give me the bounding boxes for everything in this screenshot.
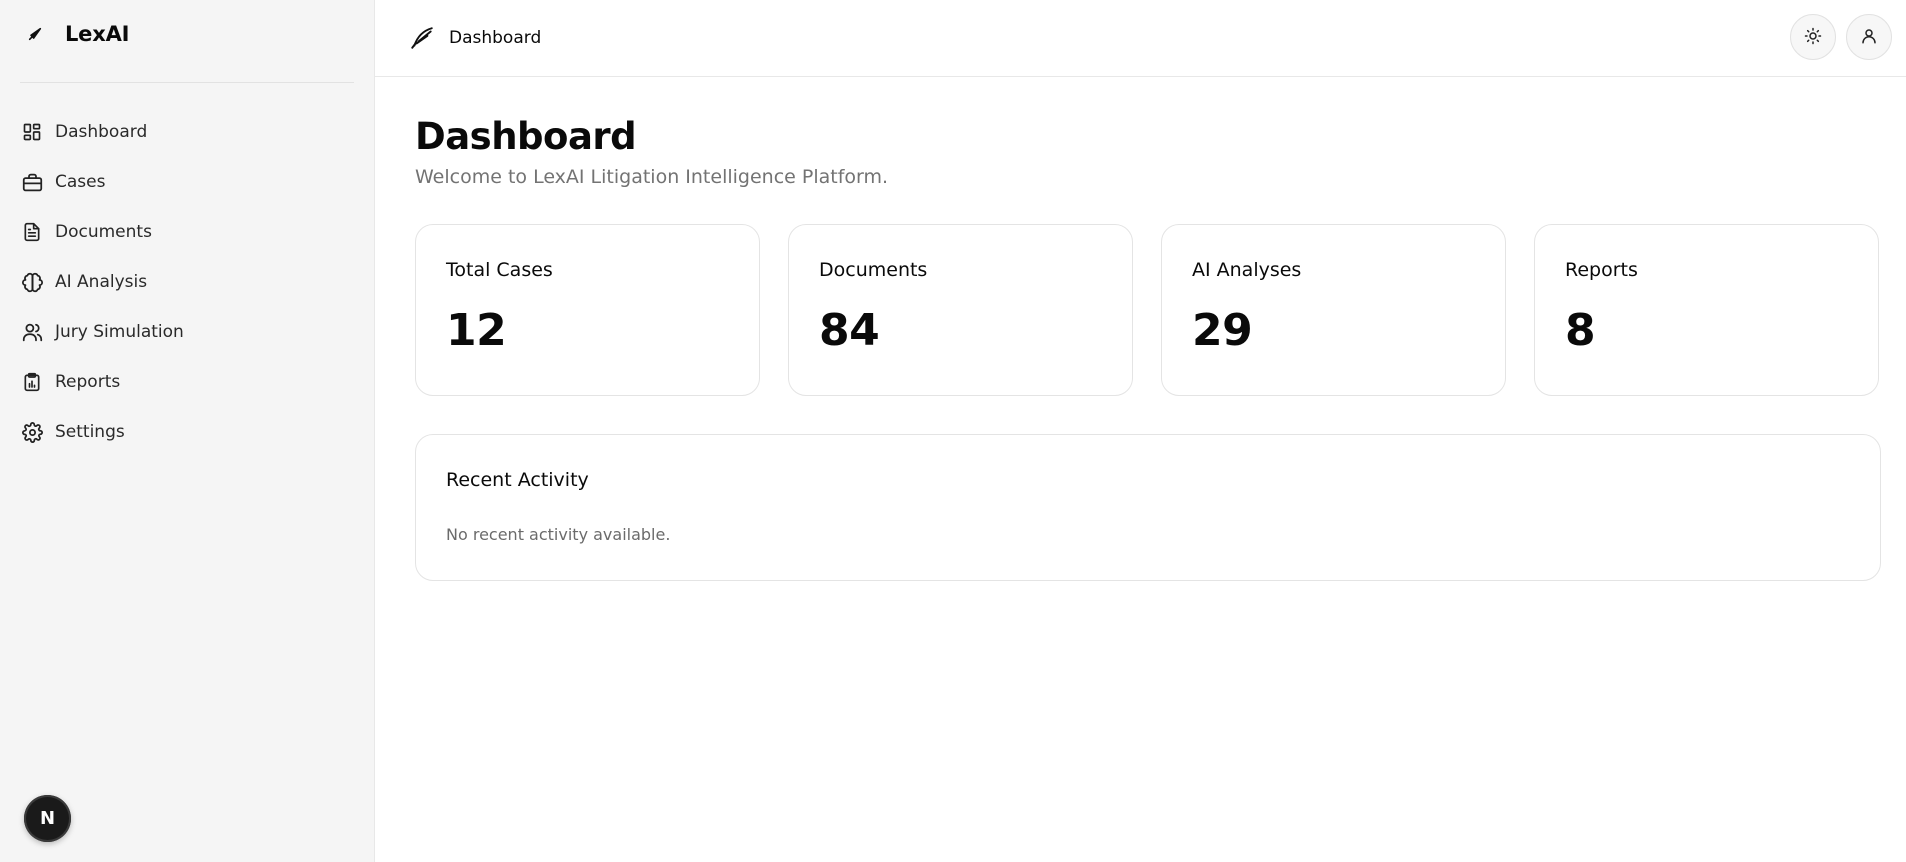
breadcrumb: Dashboard bbox=[449, 28, 542, 48]
sidebar-item-label: Documents bbox=[55, 222, 152, 242]
user-menu-button[interactable] bbox=[1846, 14, 1892, 60]
page-title: Dashboard bbox=[415, 115, 637, 158]
feather-icon bbox=[27, 26, 43, 42]
stat-value: 8 bbox=[1565, 304, 1596, 356]
sidebar-nav: Dashboard Cases Documents AI Analysis Ju… bbox=[0, 107, 374, 457]
stat-value: 12 bbox=[446, 304, 507, 356]
brain-icon bbox=[21, 271, 43, 293]
dashboard-content: Dashboard Welcome to LexAI Litigation In… bbox=[375, 77, 1906, 581]
recent-activity-title: Recent Activity bbox=[446, 468, 589, 491]
recent-activity-card: Recent Activity No recent activity avail… bbox=[415, 433, 1881, 581]
theme-toggle-button[interactable] bbox=[1790, 14, 1836, 60]
file-text-icon bbox=[21, 221, 43, 243]
gear-icon bbox=[21, 421, 43, 443]
stat-label: AI Analyses bbox=[1192, 258, 1302, 281]
sidebar-item-jury-simulation[interactable]: Jury Simulation bbox=[0, 307, 374, 357]
sidebar-item-label: Settings bbox=[55, 422, 125, 442]
briefcase-icon bbox=[21, 171, 43, 193]
stat-card-total-cases[interactable]: Total Cases 12 bbox=[415, 223, 760, 396]
sidebar-item-documents[interactable]: Documents bbox=[0, 207, 374, 257]
sidebar-item-cases[interactable]: Cases bbox=[0, 157, 374, 207]
stat-card-ai-analyses[interactable]: AI Analyses 29 bbox=[1161, 223, 1506, 396]
sidebar-item-settings[interactable]: Settings bbox=[0, 407, 374, 457]
stats-row: Total Cases 12 Documents 84 AI Analyses … bbox=[415, 223, 1882, 396]
stat-value: 84 bbox=[819, 304, 880, 356]
stat-card-documents[interactable]: Documents 84 bbox=[788, 223, 1133, 396]
dev-tools-badge[interactable]: N bbox=[24, 795, 71, 842]
sidebar-divider bbox=[20, 82, 354, 83]
stat-label: Reports bbox=[1565, 258, 1638, 281]
layout-dashboard-icon bbox=[21, 121, 43, 143]
user-icon bbox=[1860, 27, 1878, 48]
sidebar-item-label: Cases bbox=[55, 172, 106, 192]
sidebar: LexAI Dashboard Cases Documents AI Analy… bbox=[0, 0, 375, 862]
main-area: Dashboard Dashboard Welcome to LexAI Lit… bbox=[375, 0, 1906, 862]
feather-icon bbox=[407, 23, 437, 53]
stat-card-reports[interactable]: Reports 8 bbox=[1534, 223, 1879, 396]
topbar: Dashboard bbox=[375, 0, 1906, 77]
page-subtitle: Welcome to LexAI Litigation Intelligence… bbox=[415, 165, 889, 188]
sidebar-item-label: Jury Simulation bbox=[55, 322, 184, 342]
sidebar-item-label: Reports bbox=[55, 372, 121, 392]
sidebar-item-label: Dashboard bbox=[55, 122, 148, 142]
users-icon bbox=[21, 321, 43, 343]
stat-value: 29 bbox=[1192, 304, 1253, 356]
brand[interactable]: LexAI bbox=[0, 0, 374, 68]
app-root: LexAI Dashboard Cases Documents AI Analy… bbox=[0, 0, 1906, 862]
stat-label: Total Cases bbox=[446, 258, 553, 281]
sidebar-item-ai-analysis[interactable]: AI Analysis bbox=[0, 257, 374, 307]
stat-label: Documents bbox=[819, 258, 928, 281]
sidebar-item-label: AI Analysis bbox=[55, 272, 148, 292]
sidebar-item-dashboard[interactable]: Dashboard bbox=[0, 107, 374, 157]
clipboard-chart-icon bbox=[21, 371, 43, 393]
sidebar-item-reports[interactable]: Reports bbox=[0, 357, 374, 407]
brand-name: LexAI bbox=[65, 22, 130, 46]
sun-icon bbox=[1804, 27, 1822, 48]
recent-activity-empty: No recent activity available. bbox=[446, 524, 671, 544]
